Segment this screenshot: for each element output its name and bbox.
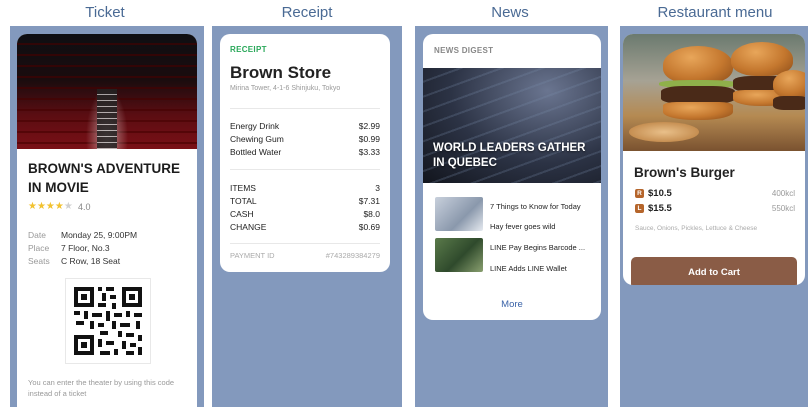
receipt-item-row: Chewing Gum $0.99 [230,134,380,144]
column-title-news: News [491,4,529,21]
rating-value: 4.0 [78,202,91,212]
price-regular: $10.5 [648,188,672,199]
column-title-ticket: Ticket [85,4,125,21]
receipt-label: RECEIPT [230,45,267,54]
divider [230,108,380,109]
item-name: Energy Drink [230,121,280,131]
summary-value: $7.31 [358,196,380,206]
more-link[interactable]: More [423,299,601,310]
item-name: Chewing Gum [230,134,284,144]
info-row-date: Date Monday 25, 9:00PM [28,230,137,240]
divider [230,243,380,244]
info-row-place: Place 7 Floor, No.3 [28,243,110,253]
summary-name: CASH [230,209,254,219]
qr-code [65,278,151,364]
news-item-link[interactable]: Hay fever goes wild [490,222,596,231]
news-thumbnail[interactable] [435,238,483,272]
payment-label: PAYMENT ID [230,251,275,260]
ticket-title: BROWN'S ADVENTURE IN MOVIE [28,161,180,195]
star-empty-icon: ★ [63,201,73,212]
menu-card[interactable]: Brown's Burger R $10.5 400kcl L $15.5 55… [623,34,805,285]
summary-row: CHANGE $0.69 [230,222,380,232]
summary-value: $8.0 [363,209,380,219]
column-title-menu: Restaurant menu [657,4,773,21]
movie-theater-photo [17,34,197,149]
news-item-link[interactable]: 7 Things to Know for Today [490,202,596,211]
news-item-link[interactable]: LINE Adds LINE Wallet [490,264,596,273]
star-icon: ★★★★ [28,201,64,212]
headline-text[interactable]: WORLD LEADERS GATHER IN QUEBEC [433,141,593,171]
news-card[interactable]: NEWS DIGEST WORLD LEADERS GATHER IN QUEB… [423,34,601,320]
column-title-receipt: Receipt [281,4,333,21]
divider [230,169,380,170]
ingredients-text: Sauce, Onions, Pickles, Lettuce & Cheese [635,225,758,232]
news-digest-label: NEWS DIGEST [434,46,494,55]
menu-panel: Brown's Burger R $10.5 400kcl L $15.5 55… [620,26,808,407]
size-badge-regular: R [635,189,644,198]
payment-id: #743289384279 [325,251,380,260]
menu-item-title: Brown's Burger [634,165,735,180]
summary-name: TOTAL [230,196,257,206]
payment-row: PAYMENT ID #743289384279 [230,251,380,260]
receipt-item-row: Bottled Water $3.33 [230,147,380,157]
info-row-seats: Seats C Row, 18 Seat [28,256,120,266]
info-value: Monday 25, 9:00PM [61,230,138,240]
ticket-card[interactable]: BROWN'S ADVENTURE IN MOVIE ★★★★★ 4.0 Dat… [17,34,197,407]
size-badge-large: L [635,204,644,213]
burger-photo [623,34,805,151]
summary-name: ITEMS [230,183,256,193]
ticket-note: You can enter the theater by using this … [28,378,175,398]
summary-name: CHANGE [230,222,267,232]
store-address: Mirina Tower, 4-1-6 Shinjuku, Tokyo [230,85,341,92]
info-value: 7 Floor, No.3 [61,243,110,253]
info-label: Place [28,243,50,253]
news-panel: NEWS DIGEST WORLD LEADERS GATHER IN QUEB… [415,26,608,407]
info-label: Date [28,230,46,240]
info-value: C Row, 18 Seat [61,256,121,266]
item-name: Bottled Water [230,147,282,157]
summary-row: TOTAL $7.31 [230,196,380,206]
news-item-link[interactable]: LINE Pay Begins Barcode ... [490,243,596,252]
rating-stars: ★★★★★ [28,201,73,212]
receipt-card[interactable]: RECEIPT Brown Store Mirina Tower, 4-1-6 … [220,34,390,272]
info-label: Seats [28,256,50,266]
receipt-panel: RECEIPT Brown Store Mirina Tower, 4-1-6 … [212,26,402,407]
add-to-cart-button[interactable]: Add to Cart [631,257,797,285]
kcal-regular: 400kcl [771,189,795,198]
summary-row: CASH $8.0 [230,209,380,219]
summary-row: ITEMS 3 [230,183,380,193]
summary-value: $0.69 [358,222,380,232]
item-price: $3.33 [358,147,380,157]
item-price: $2.99 [358,121,380,131]
price-large: $15.5 [648,203,672,214]
item-price: $0.99 [358,134,380,144]
news-thumbnail[interactable] [435,197,483,231]
ticket-panel: BROWN'S ADVENTURE IN MOVIE ★★★★★ 4.0 Dat… [10,26,204,407]
summary-value: 3 [375,183,380,193]
store-name: Brown Store [230,63,332,82]
kcal-large: 550kcl [771,204,795,213]
receipt-item-row: Energy Drink $2.99 [230,121,380,131]
